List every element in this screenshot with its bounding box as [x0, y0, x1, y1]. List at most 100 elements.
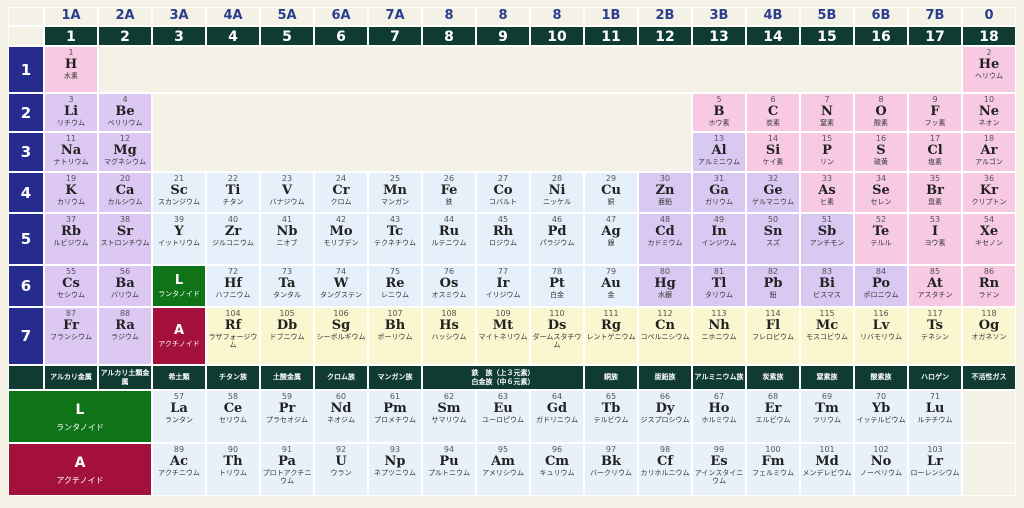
element-cell[interactable]: 74 W タングステン: [314, 265, 368, 307]
element-cell[interactable]: 61 Pm プロメチウム: [368, 390, 422, 443]
element-cell[interactable]: 59 Pr プラセオジム: [260, 390, 314, 443]
element-cell[interactable]: 50 Sn スズ: [746, 213, 800, 265]
element-cell[interactable]: 73 Ta タンタル: [260, 265, 314, 307]
element-cell[interactable]: 112 Cn コペルニシウム: [638, 307, 692, 365]
actinoid-placeholder[interactable]: A アクチノイド: [8, 443, 152, 496]
element-cell[interactable]: 70 Yb イッテルビウム: [854, 390, 908, 443]
element-cell[interactable]: 13 Al アルミニウム: [692, 132, 746, 172]
element-cell[interactable]: 34 Se セレン: [854, 172, 908, 213]
element-cell[interactable]: 20 Ca カルシウム: [98, 172, 152, 213]
element-cell[interactable]: 107 Bh ボーリウム: [368, 307, 422, 365]
element-cell[interactable]: 37 Rb ルビジウム: [44, 213, 98, 265]
element-cell[interactable]: 56 Ba バリウム: [98, 265, 152, 307]
element-cell[interactable]: 68 Er エルビウム: [746, 390, 800, 443]
element-cell[interactable]: 76 Os オスミウム: [422, 265, 476, 307]
element-cell[interactable]: 99 Es アインスタイニウム: [692, 443, 746, 496]
element-cell[interactable]: 103 Lr ローレンシウム: [908, 443, 962, 496]
element-cell[interactable]: 28 Ni ニッケル: [530, 172, 584, 213]
element-cell[interactable]: 87 Fr フランシウム: [44, 307, 98, 365]
element-cell[interactable]: 17 Cl 塩素: [908, 132, 962, 172]
element-cell[interactable]: 53 I ヨウ素: [908, 213, 962, 265]
element-cell[interactable]: 78 Pt 白金: [530, 265, 584, 307]
element-cell[interactable]: 114 Fl フレロビウム: [746, 307, 800, 365]
element-cell[interactable]: 111 Rg レントゲニウム: [584, 307, 638, 365]
element-cell[interactable]: 65 Tb テルビウム: [584, 390, 638, 443]
element-cell[interactable]: 22 Ti チタン: [206, 172, 260, 213]
element-cell[interactable]: 14 Si ケイ素: [746, 132, 800, 172]
element-cell[interactable]: 110 Ds ダームスタチウム: [530, 307, 584, 365]
element-cell[interactable]: 75 Re レニウム: [368, 265, 422, 307]
element-cell[interactable]: 42 Mo モリブデン: [314, 213, 368, 265]
element-cell[interactable]: 26 Fe 鉄: [422, 172, 476, 213]
element-cell[interactable]: 93 Np ネプツニウム: [368, 443, 422, 496]
element-cell[interactable]: 79 Au 金: [584, 265, 638, 307]
element-cell[interactable]: 94 Pu プルトニウム: [422, 443, 476, 496]
element-cell[interactable]: 67 Ho ホルミウム: [692, 390, 746, 443]
element-cell[interactable]: 11 Na ナトリウム: [44, 132, 98, 172]
element-cell[interactable]: 1 H 水素: [44, 46, 98, 93]
element-cell[interactable]: 7 N 窒素: [800, 93, 854, 132]
element-cell[interactable]: 43 Tc テクネチウム: [368, 213, 422, 265]
element-cell[interactable]: 60 Nd ネオジム: [314, 390, 368, 443]
element-cell[interactable]: 44 Ru ルテニウム: [422, 213, 476, 265]
element-cell[interactable]: 71 Lu ルテチウム: [908, 390, 962, 443]
element-cell[interactable]: 8 O 酸素: [854, 93, 908, 132]
element-cell[interactable]: 32 Ge ゲルマニウム: [746, 172, 800, 213]
lanthanoid-placeholder[interactable]: L ランタノイド: [8, 390, 152, 443]
element-cell[interactable]: 66 Dy ジスプロシウム: [638, 390, 692, 443]
element-cell[interactable]: 49 In インジウム: [692, 213, 746, 265]
element-cell[interactable]: 91 Pa プロトアクチニウム: [260, 443, 314, 496]
element-cell[interactable]: 57 La ランタン: [152, 390, 206, 443]
element-cell[interactable]: 33 As ヒ素: [800, 172, 854, 213]
element-cell[interactable]: 63 Eu ユーロピウム: [476, 390, 530, 443]
element-cell[interactable]: 80 Hg 水銀: [638, 265, 692, 307]
element-cell[interactable]: 27 Co コバルト: [476, 172, 530, 213]
element-cell[interactable]: 52 Te テルル: [854, 213, 908, 265]
element-cell[interactable]: 38 Sr ストロンチウム: [98, 213, 152, 265]
element-cell[interactable]: 117 Ts テネシン: [908, 307, 962, 365]
element-cell[interactable]: 82 Pb 鉛: [746, 265, 800, 307]
element-cell[interactable]: 85 At アスタチン: [908, 265, 962, 307]
element-cell[interactable]: 96 Cm キュリウム: [530, 443, 584, 496]
element-cell[interactable]: 29 Cu 銅: [584, 172, 638, 213]
element-cell[interactable]: 77 Ir イリジウム: [476, 265, 530, 307]
element-cell[interactable]: 15 P リン: [800, 132, 854, 172]
element-cell[interactable]: 98 Cf カリホルニウム: [638, 443, 692, 496]
element-cell[interactable]: 40 Zr ジルコニウム: [206, 213, 260, 265]
element-cell[interactable]: 62 Sm サマリウム: [422, 390, 476, 443]
element-cell[interactable]: 81 Tl タリウム: [692, 265, 746, 307]
element-cell[interactable]: 108 Hs ハッシウム: [422, 307, 476, 365]
element-cell[interactable]: 105 Db ドブニウム: [260, 307, 314, 365]
element-cell[interactable]: 6 C 炭素: [746, 93, 800, 132]
element-cell[interactable]: 118 Og オガネソン: [962, 307, 1016, 365]
element-cell[interactable]: 9 F フッ素: [908, 93, 962, 132]
element-cell[interactable]: 19 K カリウム: [44, 172, 98, 213]
element-cell[interactable]: 12 Mg マグネシウム: [98, 132, 152, 172]
element-cell[interactable]: 90 Th トリウム: [206, 443, 260, 496]
element-cell[interactable]: 104 Rf ラザフォージウム: [206, 307, 260, 365]
element-cell[interactable]: 16 S 硫黄: [854, 132, 908, 172]
lanthanoid-placeholder[interactable]: L ランタノイド: [152, 265, 206, 307]
actinoid-placeholder[interactable]: A アクチノイド: [152, 307, 206, 365]
element-cell[interactable]: 30 Zn 亜鉛: [638, 172, 692, 213]
element-cell[interactable]: 88 Ra ラジウム: [98, 307, 152, 365]
element-cell[interactable]: 18 Ar アルゴン: [962, 132, 1016, 172]
element-cell[interactable]: 102 No ノーベリウム: [854, 443, 908, 496]
element-cell[interactable]: 109 Mt マイトネリウム: [476, 307, 530, 365]
element-cell[interactable]: 25 Mn マンガン: [368, 172, 422, 213]
element-cell[interactable]: 47 Ag 銀: [584, 213, 638, 265]
element-cell[interactable]: 54 Xe キセノン: [962, 213, 1016, 265]
element-cell[interactable]: 55 Cs セシウム: [44, 265, 98, 307]
element-cell[interactable]: 31 Ga ガリウム: [692, 172, 746, 213]
element-cell[interactable]: 2 He ヘリウム: [962, 46, 1016, 93]
element-cell[interactable]: 86 Rn ラドン: [962, 265, 1016, 307]
element-cell[interactable]: 83 Bi ビスマス: [800, 265, 854, 307]
element-cell[interactable]: 24 Cr クロム: [314, 172, 368, 213]
element-cell[interactable]: 35 Br 臭素: [908, 172, 962, 213]
element-cell[interactable]: 84 Po ポロニウム: [854, 265, 908, 307]
element-cell[interactable]: 3 Li リチウム: [44, 93, 98, 132]
element-cell[interactable]: 100 Fm フェルミウム: [746, 443, 800, 496]
element-cell[interactable]: 115 Mc モスコビウム: [800, 307, 854, 365]
element-cell[interactable]: 92 U ウラン: [314, 443, 368, 496]
element-cell[interactable]: 95 Am アメリシウム: [476, 443, 530, 496]
